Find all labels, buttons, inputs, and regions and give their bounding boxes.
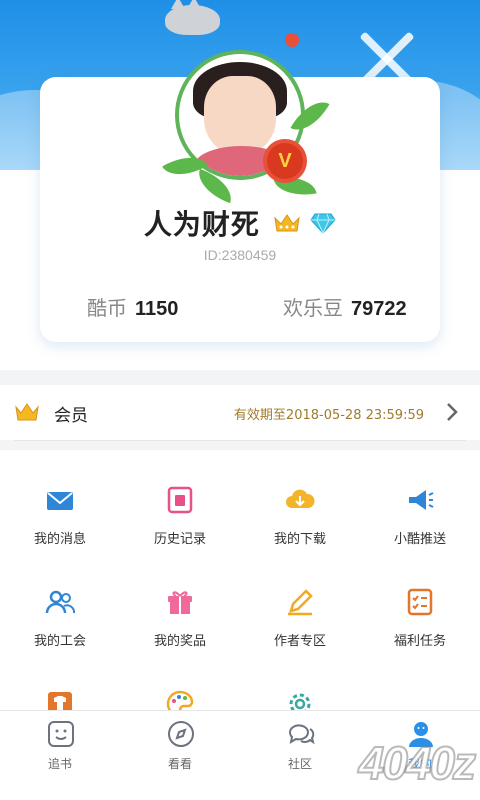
shirt-icon [48,692,72,710]
tab-label: 看看 [167,757,192,771]
menu-label: 福利任务 [393,634,446,649]
watermark-logo: 4040z [358,736,477,790]
checklist-icon [407,588,433,616]
divider [14,440,466,441]
megaphone-icon [409,490,434,510]
menu-label: 小酷推送 [393,532,446,547]
menu-item-author[interactable]: 作者专区 [240,552,360,652]
coins-stat[interactable]: 酷币 1150 [87,292,178,321]
chat-icon [289,724,315,745]
flower-decoration-icon [285,33,299,47]
menu-item-history[interactable]: 历史记录 [120,450,240,550]
gift-icon [168,591,192,614]
tab-browse[interactable]: 看看 [120,711,240,800]
user-id: ID:2380459 [203,247,277,263]
beans-label: 欢乐豆 [283,296,343,320]
beans-value: 79722 [351,298,407,320]
menu-item-guild[interactable]: 我的工会 [0,552,120,652]
tab-bookshelf[interactable]: 追书 [0,711,120,800]
menu-item-messages[interactable]: 我的消息 [0,450,120,550]
smiley-icon [48,721,74,747]
cat-decoration-icon [165,0,220,35]
menu-label: 我的奖品 [153,634,206,649]
tab-label: 社区 [287,757,312,771]
crown-icon [15,403,39,421]
vip-badge: V [267,143,303,179]
palette-icon [166,690,194,710]
menu-item-palette[interactable] [120,654,240,710]
cloud-download-icon [286,489,315,508]
group-icon [45,590,76,614]
menu-label: 我的消息 [33,532,86,547]
crown-icon [274,214,300,232]
menu-label: 我的下载 [273,532,326,547]
membership-expiry: 有效期至2018-05-28 23:59:59 [233,408,424,423]
gear-icon [289,693,311,710]
history-icon [167,486,193,514]
beans-stat[interactable]: 欢乐豆 79722 [283,292,407,321]
envelope-icon [47,492,73,510]
feature-grid: 我的消息 历史记录 我的下载 小酷推送 我的工会 我的奖品 作者专区 福利任务 [0,450,480,710]
avatar[interactable]: V [155,0,330,204]
username-row: 人为财死 [0,203,480,243]
tab-label: 追书 [47,757,72,771]
diamond-icon [310,213,336,234]
menu-item-downloads[interactable]: 我的下载 [240,450,360,550]
username: 人为财死 [143,208,260,241]
menu-item-push[interactable]: 小酷推送 [360,450,480,550]
chevron-right-icon [447,403,458,421]
membership-label: 会员 [54,406,88,426]
menu-item-prizes[interactable]: 我的奖品 [120,552,240,652]
menu-label: 我的工会 [33,634,86,649]
menu-label: 作者专区 [273,634,326,649]
tab-community[interactable]: 社区 [240,711,360,800]
pencil-icon [288,589,313,616]
menu-item-tasks[interactable]: 福利任务 [360,552,480,652]
coins-value: 1150 [135,298,179,320]
coins-label: 酷币 [87,296,127,320]
menu-item-shirt[interactable] [0,654,120,710]
menu-item-settings[interactable] [240,654,360,710]
membership-row[interactable]: 会员 有效期至2018-05-28 23:59:59 [0,385,480,440]
compass-icon [168,721,194,747]
menu-label: 历史记录 [153,532,206,547]
